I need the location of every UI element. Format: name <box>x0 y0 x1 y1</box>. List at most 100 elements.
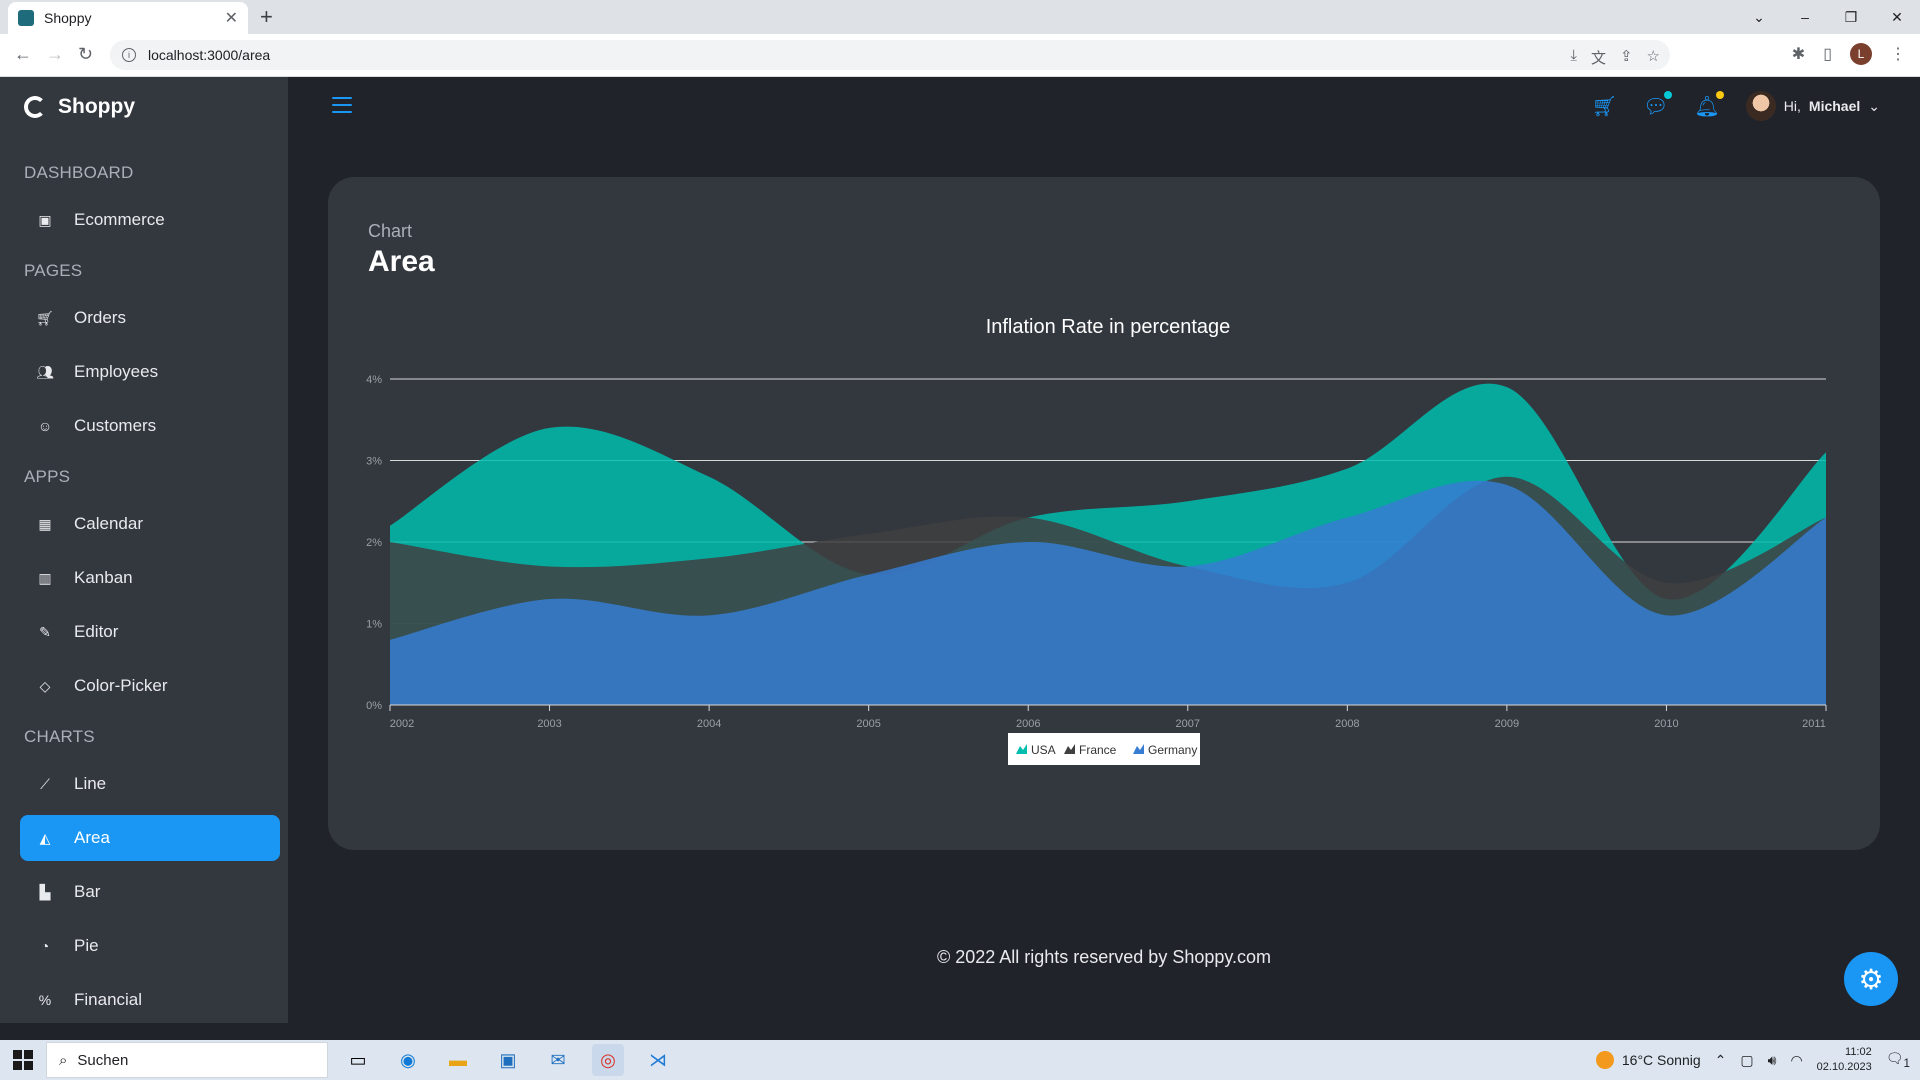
sidebar-item-orders[interactable]: 🛒︎ Orders <box>20 295 280 341</box>
user-profile-button[interactable]: Hi, Michael ⌄ <box>1745 91 1880 121</box>
x-tick-label: 2008 <box>1335 718 1359 730</box>
network-icon[interactable]: ◠ <box>1790 1052 1802 1069</box>
weather-text: 16°C Sonnig <box>1621 1052 1701 1068</box>
x-tick-label: 2009 <box>1495 718 1519 730</box>
tab-title: Shoppy <box>44 10 92 26</box>
notification-center-icon[interactable]: 🗨︎1 <box>1886 1050 1910 1070</box>
bookmark-star-icon[interactable]: ☆ <box>1647 47 1660 68</box>
restore-icon[interactable]: ❐ <box>1828 0 1874 34</box>
forward-icon[interactable]: → <box>46 44 64 65</box>
greeting-text: Hi, <box>1783 98 1801 114</box>
url-text: localhost:3000/area <box>148 47 271 63</box>
color-picker-icon: ◇ <box>39 677 51 694</box>
employees-icon: 👥︎ <box>36 363 54 380</box>
address-bar-row: ← → ↻ i localhost:3000/area ⤓ 文 ⇪ ☆ ✱ ▯ … <box>0 34 1920 77</box>
sidebar-item-employees[interactable]: 👥︎ Employees <box>20 349 280 395</box>
meet-icon[interactable]: ▢ <box>1740 1052 1753 1069</box>
x-tick-label: 2005 <box>856 718 880 730</box>
clock-date: 02.10.2023 <box>1816 1061 1872 1073</box>
edge-icon[interactable]: ◉ <box>392 1044 424 1076</box>
chat-button[interactable]: 💬︎ <box>1643 90 1673 119</box>
share-icon[interactable]: ⇪ <box>1620 47 1633 68</box>
cart-button[interactable]: 🛒︎ <box>1592 94 1617 119</box>
file-explorer-icon[interactable]: ▬ <box>442 1044 474 1076</box>
line-chart-icon: ⟋ <box>40 775 50 792</box>
notification-button[interactable]: 🔔︎ <box>1694 90 1724 119</box>
store-icon[interactable]: ▣ <box>492 1044 524 1076</box>
notification-indicator <box>1715 90 1724 99</box>
start-button[interactable] <box>0 1050 46 1070</box>
sidebar-item-label: Customers <box>74 416 157 435</box>
section-apps: APPS <box>24 467 71 486</box>
taskbar-search-input[interactable]: ⌕ Suchen <box>46 1042 328 1078</box>
app-root: Shoppy DASHBOARD ▣ Ecommerce PAGES 🛒︎ Or… <box>0 77 1920 1023</box>
browser-tab-bar: Shoppy ✕ + ⌄ – ❐ ✕ <box>0 0 1920 34</box>
tab-search-icon[interactable]: ⌄ <box>1736 0 1782 34</box>
reload-icon[interactable]: ↻ <box>78 44 93 65</box>
sidebar-item-financial[interactable]: % Financial <box>20 977 280 1023</box>
sidebar-item-customers[interactable]: ☺ Customers <box>20 403 280 449</box>
site-info-icon[interactable]: i <box>122 48 136 62</box>
minimize-icon[interactable]: – <box>1782 0 1828 34</box>
sidebar-item-kanban[interactable]: ▥ Kanban <box>20 555 280 601</box>
sidebar-item-ecommerce[interactable]: ▣ Ecommerce <box>20 197 280 243</box>
clock-time: 11:02 <box>1845 1046 1872 1058</box>
side-panel-icon[interactable]: ▯ <box>1823 44 1832 64</box>
cart-icon: 🛒︎ <box>36 309 54 326</box>
new-tab-icon[interactable]: + <box>260 4 273 30</box>
sidebar-item-label: Calendar <box>74 514 143 533</box>
vscode-icon[interactable]: ⋊ <box>642 1044 674 1076</box>
back-icon[interactable]: ← <box>14 44 32 65</box>
sidebar-item-bar[interactable]: ▙ Bar <box>20 869 280 915</box>
profile-avatar[interactable]: L <box>1850 43 1872 65</box>
sidebar-item-label: Ecommerce <box>74 210 165 229</box>
url-input[interactable]: i localhost:3000/area ⤓ 文 ⇪ ☆ <box>110 40 1670 70</box>
clock[interactable]: 11:02 02.10.2023 <box>1817 1045 1872 1075</box>
top-navbar: 🛒︎ 💬︎ 🔔︎ Hi, Michael ⌄ <box>288 77 1920 147</box>
sidebar-item-area[interactable]: ◭ Area <box>20 815 280 861</box>
section-dashboard: DASHBOARD <box>24 163 134 182</box>
sidebar-item-calendar[interactable]: ▦ Calendar <box>20 501 280 547</box>
chrome-icon[interactable]: ◎ <box>592 1044 624 1076</box>
pie-chart-icon: ◔ <box>40 938 50 954</box>
x-tick-label: 2003 <box>537 718 561 730</box>
sun-icon <box>1595 1051 1614 1069</box>
search-icon: ⌕ <box>59 1051 68 1069</box>
gear-icon: ⚙ <box>1858 963 1884 995</box>
y-tick-label: 4% <box>366 374 382 386</box>
sidebar-item-color-picker[interactable]: ◇ Color-Picker <box>20 663 280 709</box>
browser-menu-icon[interactable]: ⋮ <box>1890 44 1906 64</box>
sidebar-item-label: Pie <box>74 936 99 955</box>
shoppy-logo-icon <box>24 96 46 118</box>
browser-tab[interactable]: Shoppy ✕ <box>8 2 248 34</box>
y-tick-label: 1% <box>366 619 382 631</box>
weather-widget[interactable]: 16°C Sonnig <box>1595 1051 1701 1069</box>
section-charts: CHARTS <box>24 727 95 746</box>
footer-text: © 2022 All rights reserved by Shoppy.com <box>936 947 1272 967</box>
extensions-icon[interactable]: ✱ <box>1792 44 1805 64</box>
calendar-icon: ▦ <box>38 515 52 532</box>
mail-icon[interactable]: ✉ <box>542 1044 574 1076</box>
brand-logo[interactable]: Shoppy <box>24 95 135 119</box>
sidebar-item-label: Area <box>74 828 110 847</box>
translate-icon[interactable]: 文 <box>1591 47 1606 68</box>
settings-button[interactable]: ⚙ <box>1844 952 1898 1006</box>
sidebar-item-editor[interactable]: ✎ Editor <box>20 609 280 655</box>
menu-toggle-icon[interactable] <box>332 97 352 113</box>
close-tab-icon[interactable]: ✕ <box>225 8 238 28</box>
favicon-icon <box>18 10 34 26</box>
task-view-icon[interactable]: ▭ <box>342 1044 374 1076</box>
sidebar-item-label: Kanban <box>74 568 133 587</box>
volume-icon[interactable]: 🔊︎ <box>1768 1052 1777 1069</box>
install-icon[interactable]: ⤓ <box>1570 47 1577 68</box>
sidebar-item-pie[interactable]: ◔ Pie <box>20 923 280 969</box>
legend-label: Germany <box>1148 743 1197 757</box>
kanban-icon: ▥ <box>38 569 52 586</box>
close-window-icon[interactable]: ✕ <box>1874 0 1920 34</box>
x-tick-label: 2006 <box>1016 718 1040 730</box>
tray-chevron-icon[interactable]: ⌃ <box>1715 1052 1727 1069</box>
sidebar-item-line[interactable]: ⟋ Line <box>20 761 280 807</box>
sidebar-item-label: Editor <box>74 622 119 641</box>
customers-icon: ☺ <box>37 418 53 434</box>
legend-label: USA <box>1031 743 1056 757</box>
